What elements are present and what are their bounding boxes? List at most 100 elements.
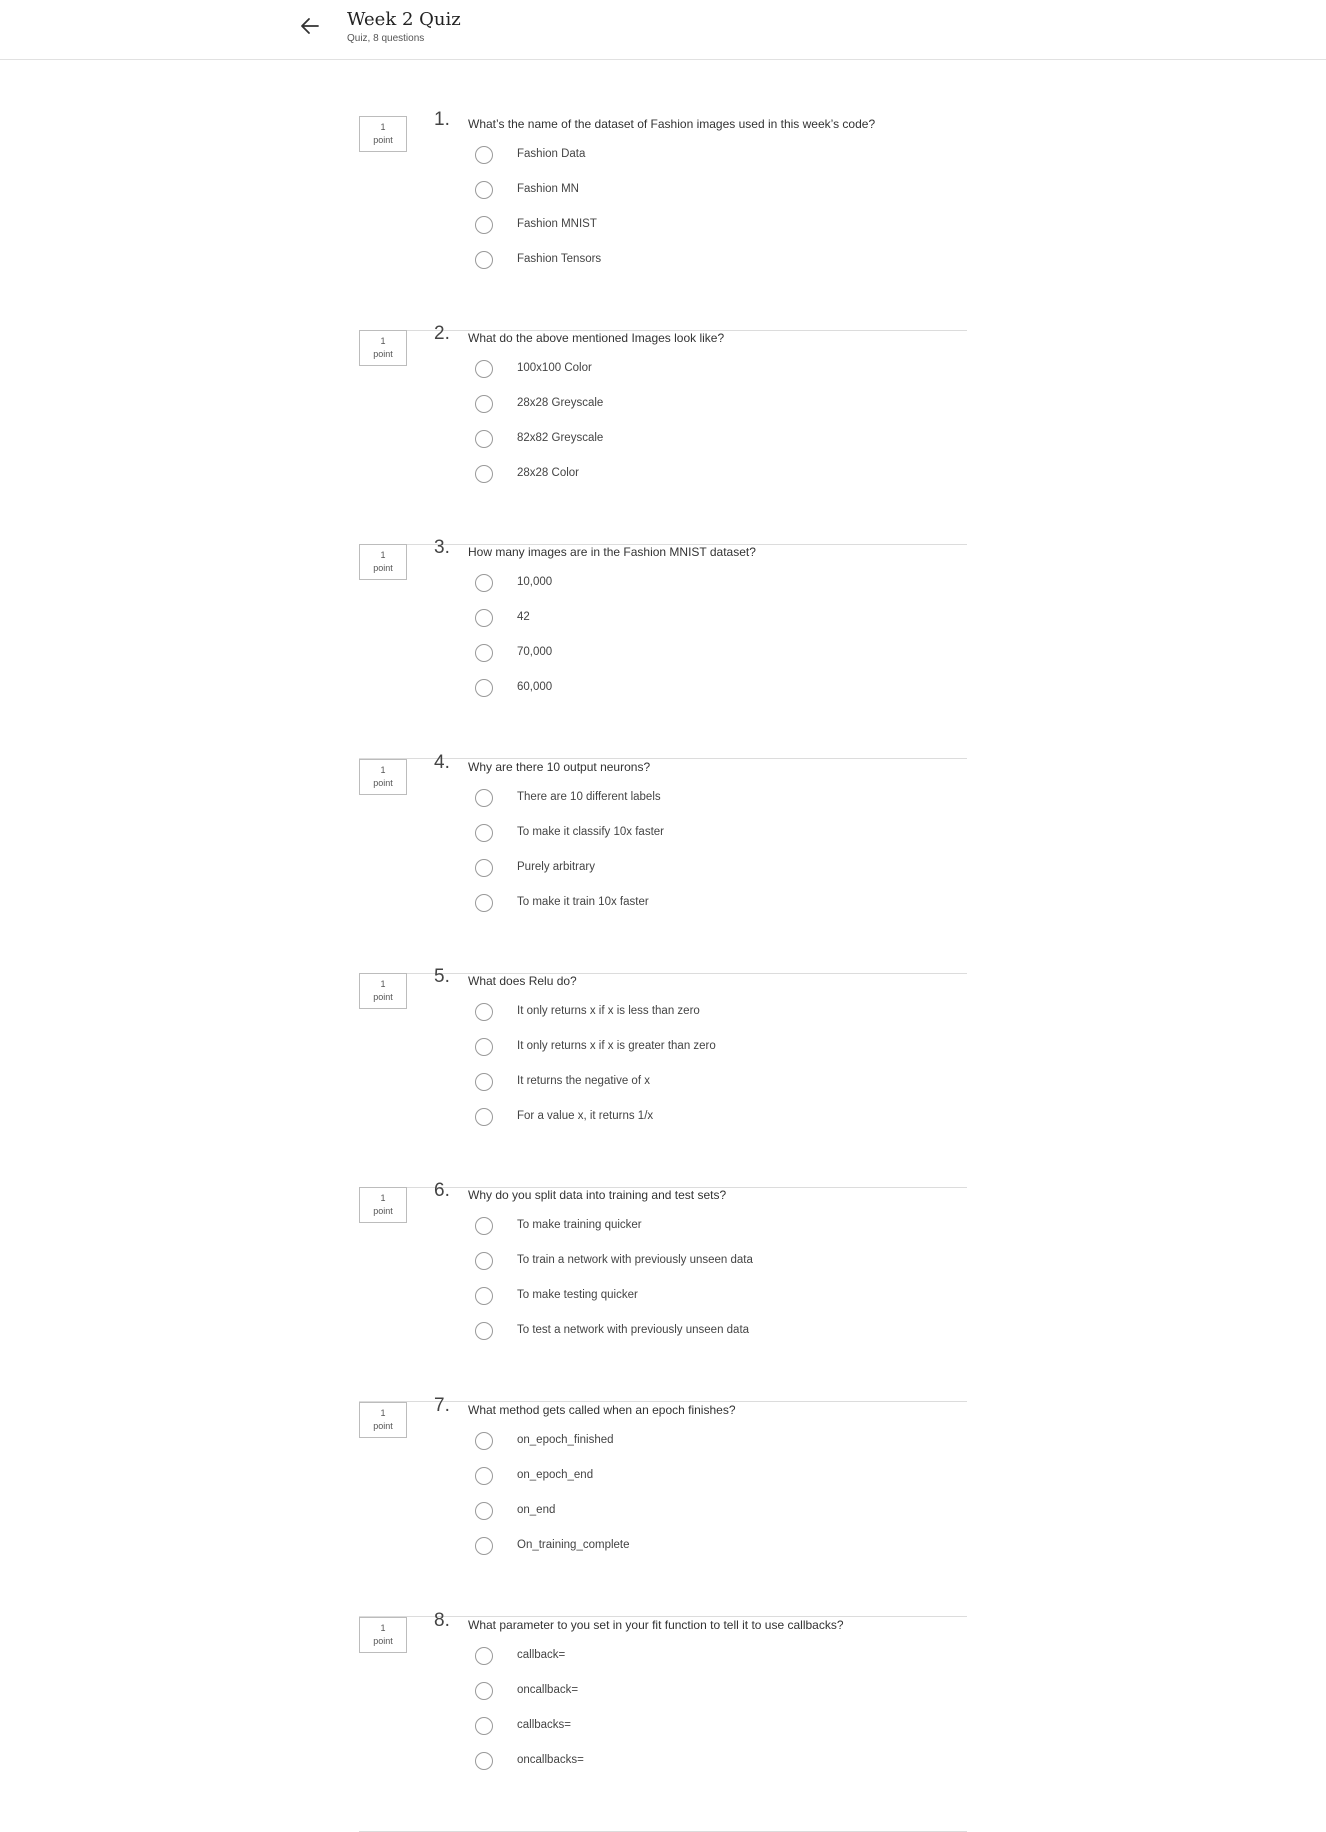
radio-button[interactable] (475, 1038, 493, 1056)
points-box: 1 point (359, 1617, 407, 1653)
radio-button[interactable] (475, 679, 493, 697)
question-number: 5. (434, 966, 450, 987)
option-radio[interactable]: oncallbacks= (475, 1752, 955, 1774)
radio-button[interactable] (475, 1217, 493, 1235)
option-radio[interactable]: To make it classify 10x faster (475, 824, 955, 846)
option-radio[interactable]: Fashion Data (475, 146, 955, 168)
option-label: on_epoch_finished (517, 1434, 614, 1446)
radio-button[interactable] (475, 1073, 493, 1091)
option-label: 60,000 (517, 681, 553, 693)
points-label: point (373, 563, 393, 573)
option-radio[interactable]: To make training quicker (475, 1217, 955, 1239)
radio-button[interactable] (475, 181, 493, 199)
radio-button[interactable] (475, 1287, 493, 1305)
radio-button[interactable] (475, 251, 493, 269)
radio-button[interactable] (475, 395, 493, 413)
option-radio[interactable]: 28x28 Greyscale (475, 395, 955, 417)
option-label: callback= (517, 1649, 566, 1661)
option-label: 28x28 Color (517, 467, 580, 479)
radio-button[interactable] (475, 430, 493, 448)
question-text: What’s the name of the dataset of Fashio… (468, 117, 876, 131)
question-number: 1. (434, 109, 450, 130)
radio-button[interactable] (475, 360, 493, 378)
question-2: 1 point 2. What do the above mentioned I… (359, 323, 967, 545)
option-radio[interactable]: On_training_complete (475, 1537, 955, 1559)
option-radio[interactable]: callback= (475, 1647, 955, 1669)
points-box: 1 point (359, 330, 407, 366)
question-text: How many images are in the Fashion MNIST… (468, 545, 756, 559)
option-radio[interactable]: It only returns x if x is greater than z… (475, 1038, 955, 1060)
option-radio[interactable]: For a value x, it returns 1/x (475, 1108, 955, 1130)
radio-button[interactable] (475, 1502, 493, 1520)
option-label: oncallback= (517, 1684, 579, 1696)
option-label: It only returns x if x is less than zero (517, 1005, 700, 1017)
points-label: point (373, 349, 393, 359)
question-4: 1 point 4. Why are there 10 output neuro… (359, 752, 967, 974)
radio-button[interactable] (475, 1752, 493, 1770)
option-radio[interactable]: Fashion Tensors (475, 251, 955, 273)
option-radio[interactable]: 42 (475, 609, 955, 631)
option-radio[interactable]: Fashion MN (475, 181, 955, 203)
question-text: Why are there 10 output neurons? (468, 760, 651, 774)
radio-button[interactable] (475, 1717, 493, 1735)
radio-button[interactable] (475, 859, 493, 877)
option-label: Fashion Data (517, 148, 586, 160)
option-radio[interactable]: 82x82 Greyscale (475, 430, 955, 452)
option-radio[interactable]: To make testing quicker (475, 1287, 955, 1309)
option-radio[interactable]: Fashion MNIST (475, 216, 955, 238)
question-text: What parameter to you set in your fit fu… (468, 1618, 844, 1632)
option-radio[interactable]: on_end (475, 1502, 955, 1524)
option-radio[interactable]: There are 10 different labels (475, 789, 955, 811)
question-number: 3. (434, 537, 450, 558)
radio-button[interactable] (475, 1108, 493, 1126)
radio-button[interactable] (475, 1322, 493, 1340)
radio-button[interactable] (475, 824, 493, 842)
radio-button[interactable] (475, 1003, 493, 1021)
option-radio[interactable]: on_epoch_end (475, 1467, 955, 1489)
option-radio[interactable]: oncallback= (475, 1682, 955, 1704)
radio-button[interactable] (475, 1682, 493, 1700)
radio-button[interactable] (475, 574, 493, 592)
option-radio[interactable]: 70,000 (475, 644, 955, 666)
option-radio[interactable]: 100x100 Color (475, 360, 955, 382)
radio-button[interactable] (475, 1647, 493, 1665)
option-label: To make it train 10x faster (517, 896, 649, 908)
question-text: Why do you split data into training and … (468, 1188, 727, 1202)
option-radio[interactable]: Purely arbitrary (475, 859, 955, 881)
radio-button[interactable] (475, 894, 493, 912)
quiz-header: Week 2 Quiz Quiz, 8 questions (0, 0, 1326, 60)
option-radio[interactable]: To make it train 10x faster (475, 894, 955, 916)
option-label: To make testing quicker (517, 1289, 638, 1301)
radio-button[interactable] (475, 644, 493, 662)
radio-button[interactable] (475, 1252, 493, 1270)
points-box: 1 point (359, 1402, 407, 1438)
option-label: It only returns x if x is greater than z… (517, 1040, 716, 1052)
option-radio[interactable]: To test a network with previously unseen… (475, 1322, 955, 1344)
option-radio[interactable]: 28x28 Color (475, 465, 955, 487)
option-label: 100x100 Color (517, 362, 592, 374)
points-value: 1 (380, 550, 386, 560)
option-radio[interactable]: callbacks= (475, 1717, 955, 1739)
option-radio[interactable]: 60,000 (475, 679, 955, 701)
option-radio[interactable]: It returns the negative of x (475, 1073, 955, 1095)
radio-button[interactable] (475, 146, 493, 164)
arrow-left-icon (301, 18, 319, 34)
radio-button[interactable] (475, 789, 493, 807)
option-label: To train a network with previously unsee… (517, 1254, 753, 1266)
question-text: What do the above mentioned Images look … (468, 331, 725, 345)
points-value: 1 (380, 122, 386, 132)
option-radio[interactable]: 10,000 (475, 574, 955, 596)
back-button[interactable] (296, 12, 324, 40)
points-box: 1 point (359, 759, 407, 795)
option-label: 42 (517, 611, 530, 623)
radio-button[interactable] (475, 216, 493, 234)
option-label: It returns the negative of x (517, 1075, 650, 1087)
option-radio[interactable]: on_epoch_finished (475, 1432, 955, 1454)
radio-button[interactable] (475, 609, 493, 627)
radio-button[interactable] (475, 1537, 493, 1555)
option-radio[interactable]: To train a network with previously unsee… (475, 1252, 955, 1274)
radio-button[interactable] (475, 1432, 493, 1450)
radio-button[interactable] (475, 1467, 493, 1485)
radio-button[interactable] (475, 465, 493, 483)
option-radio[interactable]: It only returns x if x is less than zero (475, 1003, 955, 1025)
